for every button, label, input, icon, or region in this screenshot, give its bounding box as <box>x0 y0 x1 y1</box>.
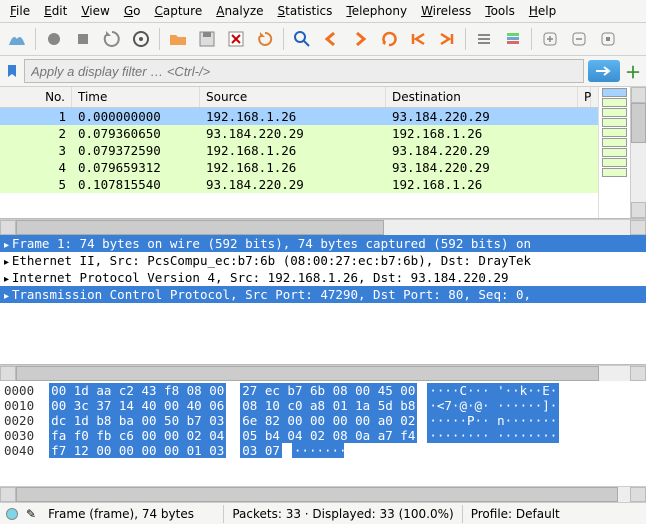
menu-go[interactable]: Go <box>118 2 147 20</box>
status-packets: Packets: 33 · Displayed: 33 (100.0%) <box>224 505 462 523</box>
packet-list-hscroll[interactable] <box>0 219 646 235</box>
expert-info-icon[interactable] <box>6 508 18 520</box>
menu-edit[interactable]: Edit <box>38 2 73 20</box>
bookmark-icon[interactable] <box>4 63 20 79</box>
zoom-reset-icon[interactable] <box>595 26 621 52</box>
menu-analyze[interactable]: Analyze <box>210 2 269 20</box>
hex-row[interactable]: 0020 dc 1d b8 ba 00 50 b7 036e 82 00 00 … <box>4 413 642 428</box>
status-profile[interactable]: Profile: Default <box>463 505 646 523</box>
packet-list-pane: No. Time Source Destination P 10.0000000… <box>0 87 646 219</box>
packet-row[interactable]: 30.079372590192.168.1.2693.184.220.29 <box>0 142 598 159</box>
packet-list-header[interactable]: No. Time Source Destination P <box>0 87 598 108</box>
menu-wireless[interactable]: Wireless <box>415 2 477 20</box>
edit-icon[interactable]: ✎ <box>22 507 40 521</box>
packet-row[interactable]: 10.000000000192.168.1.2693.184.220.29 <box>0 108 598 125</box>
filter-bar: ＋ <box>0 56 646 87</box>
menu-tools[interactable]: Tools <box>479 2 521 20</box>
autoscroll-icon[interactable] <box>471 26 497 52</box>
add-filter-button[interactable]: ＋ <box>624 62 642 80</box>
hex-row[interactable]: 0000 00 1d aa c2 43 f8 08 0027 ec b7 6b … <box>4 383 642 398</box>
zoom-out-icon[interactable] <box>566 26 592 52</box>
close-file-icon[interactable] <box>223 26 249 52</box>
hex-hscroll[interactable] <box>0 486 646 502</box>
save-file-icon[interactable] <box>194 26 220 52</box>
packet-row[interactable]: 50.10781554093.184.220.29192.168.1.26 <box>0 176 598 193</box>
detail-row[interactable]: Internet Protocol Version 4, Src: 192.16… <box>0 269 646 286</box>
packet-row[interactable]: 20.07936065093.184.220.29192.168.1.26 <box>0 125 598 142</box>
stop-capture-icon[interactable] <box>70 26 96 52</box>
reload-icon[interactable] <box>252 26 278 52</box>
open-file-icon[interactable] <box>165 26 191 52</box>
restart-capture-icon[interactable] <box>99 26 125 52</box>
col-no[interactable]: No. <box>0 87 72 107</box>
fin-icon[interactable] <box>4 26 30 52</box>
next-packet-icon[interactable] <box>347 26 373 52</box>
menu-file[interactable]: File <box>4 2 36 20</box>
details-hscroll[interactable] <box>0 365 646 381</box>
colorize-icon[interactable] <box>500 26 526 52</box>
status-bar: ✎ Frame (frame), 74 bytes Packets: 33 · … <box>0 502 646 524</box>
detail-row[interactable]: Transmission Control Protocol, Src Port:… <box>0 286 646 303</box>
prev-packet-icon[interactable] <box>318 26 344 52</box>
hex-row[interactable]: 0040 f7 12 00 00 00 00 01 0303 07·······… <box>4 443 642 458</box>
col-source[interactable]: Source <box>200 87 386 107</box>
toolbar <box>0 23 646 56</box>
col-destination[interactable]: Destination <box>386 87 578 107</box>
capture-options-icon[interactable] <box>128 26 154 52</box>
find-icon[interactable] <box>289 26 315 52</box>
zoom-in-icon[interactable] <box>537 26 563 52</box>
detail-row[interactable]: Ethernet II, Src: PcsCompu_ec:b7:6b (08:… <box>0 252 646 269</box>
packet-minimap[interactable] <box>598 87 630 218</box>
menu-view[interactable]: View <box>75 2 115 20</box>
detail-row[interactable]: Frame 1: 74 bytes on wire (592 bits), 74… <box>0 235 646 252</box>
status-frame: Frame (frame), 74 bytes <box>40 505 224 523</box>
go-first-icon[interactable] <box>405 26 431 52</box>
display-filter-input[interactable] <box>24 59 584 83</box>
col-time[interactable]: Time <box>72 87 200 107</box>
packet-details-pane: Frame 1: 74 bytes on wire (592 bits), 74… <box>0 235 646 365</box>
col-protocol[interactable]: P <box>578 87 591 107</box>
start-capture-icon[interactable] <box>41 26 67 52</box>
menubar: FileEditViewGoCaptureAnalyzeStatisticsTe… <box>0 0 646 23</box>
menu-telephony[interactable]: Telephony <box>340 2 413 20</box>
apply-filter-button[interactable] <box>588 60 620 82</box>
go-to-icon[interactable] <box>376 26 402 52</box>
menu-help[interactable]: Help <box>523 2 562 20</box>
packet-row[interactable]: 40.079659312192.168.1.2693.184.220.29 <box>0 159 598 176</box>
hex-row[interactable]: 0010 00 3c 37 14 40 00 40 0608 10 c0 a8 … <box>4 398 642 413</box>
menu-statistics[interactable]: Statistics <box>272 2 339 20</box>
go-last-icon[interactable] <box>434 26 460 52</box>
hex-row[interactable]: 0030 fa f0 fb c6 00 00 02 0405 b4 04 02 … <box>4 428 642 443</box>
menu-capture[interactable]: Capture <box>148 2 208 20</box>
packet-list-vscroll[interactable] <box>630 87 646 218</box>
hex-pane: 0000 00 1d aa c2 43 f8 08 0027 ec b7 6b … <box>0 381 646 486</box>
